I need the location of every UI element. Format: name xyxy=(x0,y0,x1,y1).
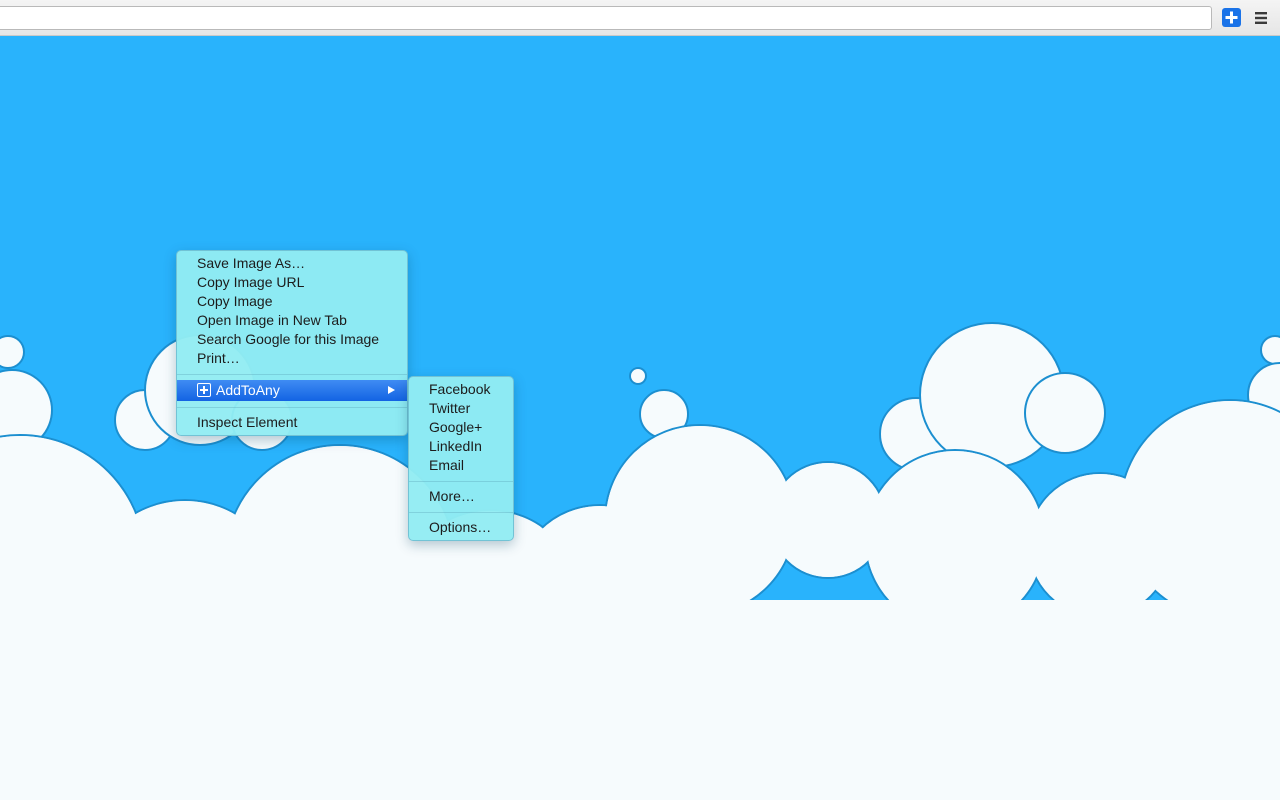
submenu-item-google-plus[interactable]: Google+ xyxy=(409,418,513,437)
addtoany-submenu: Facebook Twitter Google+ LinkedIn Email … xyxy=(408,376,514,541)
submenu-item-twitter[interactable]: Twitter xyxy=(409,399,513,418)
menu-item-copy-image-url[interactable]: Copy Image URL xyxy=(177,273,407,292)
menu-item-search-google-image[interactable]: Search Google for this Image xyxy=(177,330,407,349)
menu-separator xyxy=(177,374,407,375)
context-menu: Save Image As… Copy Image URL Copy Image… xyxy=(176,250,408,436)
menu-item-print[interactable]: Print… xyxy=(177,349,407,368)
browser-toolbar xyxy=(0,0,1280,36)
submenu-item-facebook[interactable]: Facebook xyxy=(409,380,513,399)
triangle-right-icon xyxy=(388,386,395,394)
menu-separator xyxy=(409,481,513,482)
menu-separator xyxy=(409,512,513,513)
menu-item-copy-image[interactable]: Copy Image xyxy=(177,292,407,311)
addtoany-plus-icon xyxy=(197,383,211,397)
chrome-menu-button[interactable] xyxy=(1252,9,1270,27)
menu-item-save-image-as[interactable]: Save Image As… xyxy=(177,254,407,273)
address-bar[interactable] xyxy=(0,6,1212,30)
addtoany-plus-icon xyxy=(1222,8,1241,27)
addtoany-extension-button[interactable] xyxy=(1222,8,1241,27)
addtoany-label: AddToAny xyxy=(216,382,280,398)
menu-item-inspect-element[interactable]: Inspect Element xyxy=(177,413,407,432)
menu-separator xyxy=(177,407,407,408)
hamburger-menu-icon xyxy=(1252,9,1270,27)
submenu-item-linkedin[interactable]: LinkedIn xyxy=(409,437,513,456)
submenu-item-email[interactable]: Email xyxy=(409,456,513,475)
submenu-item-options[interactable]: Options… xyxy=(409,518,513,537)
menu-item-open-image-new-tab[interactable]: Open Image in New Tab xyxy=(177,311,407,330)
menu-item-addtoany[interactable]: AddToAny xyxy=(177,380,407,401)
submenu-item-more[interactable]: More… xyxy=(409,487,513,506)
